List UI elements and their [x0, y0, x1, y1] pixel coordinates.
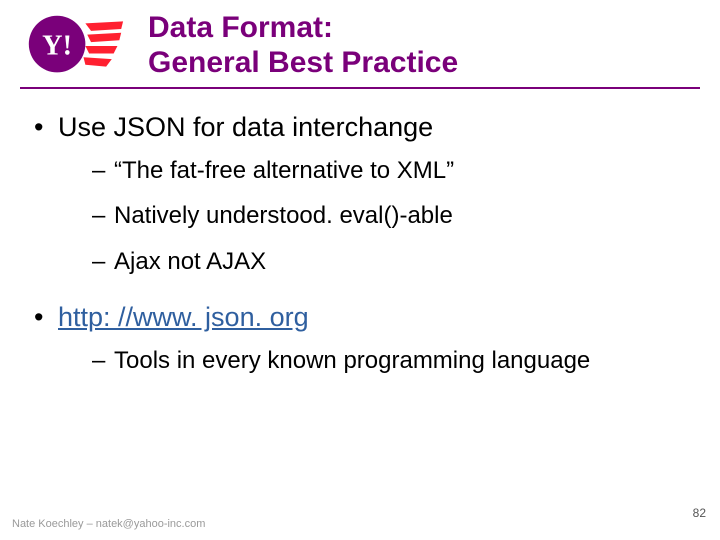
svg-text:Y!: Y! — [42, 31, 72, 62]
footer-page-number: 82 — [693, 506, 706, 520]
footer-author: Nate Koechley – natek@yahoo-inc.com — [12, 518, 205, 530]
bullet-list: Use JSON for data interchange “The fat-f… — [30, 109, 690, 377]
json-org-link[interactable]: http: //www. json. org — [58, 302, 309, 332]
slide: Y! Data Format: General Best Practice Us… — [0, 0, 720, 540]
content-area: Use JSON for data interchange “The fat-f… — [0, 89, 720, 377]
sub-bullet-item: Ajax not AJAX — [92, 246, 690, 277]
header: Y! Data Format: General Best Practice — [0, 0, 720, 81]
yahoo-logo-icon: Y! — [20, 12, 130, 78]
sub-bullet-item: “The fat-free alternative to XML” — [92, 155, 690, 186]
sub-bullet-item: Natively understood. eval()-able — [92, 200, 690, 231]
sub-bullet-list: “The fat-free alternative to XML” Native… — [58, 155, 690, 277]
bullet-item: Use JSON for data interchange “The fat-f… — [30, 109, 690, 277]
bullet-item: http: //www. json. org Tools in every kn… — [30, 299, 690, 377]
title-line-2: General Best Practice — [148, 45, 700, 80]
bullet-text: Use JSON for data interchange — [58, 112, 433, 142]
slide-title: Data Format: General Best Practice — [148, 10, 700, 81]
sub-bullet-list: Tools in every known programming languag… — [58, 345, 690, 376]
sub-bullet-item: Tools in every known programming languag… — [92, 345, 690, 376]
title-line-1: Data Format: — [148, 10, 700, 45]
